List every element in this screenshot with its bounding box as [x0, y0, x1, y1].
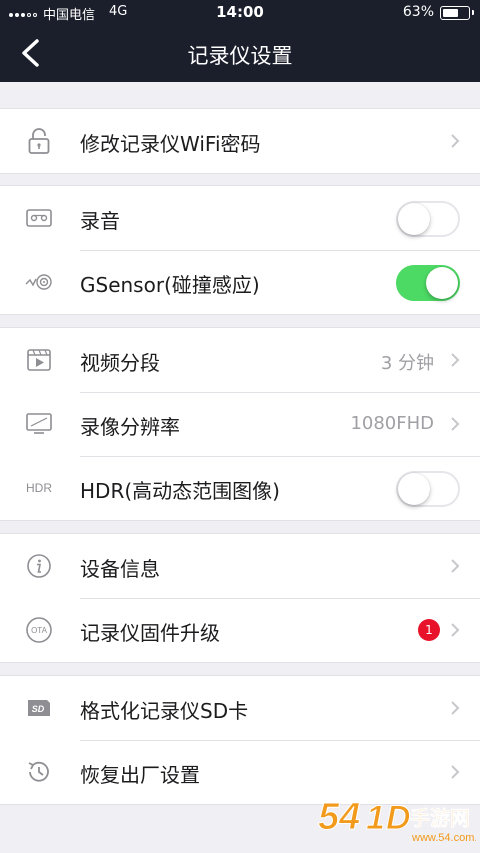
- row-value: 1080FHD: [350, 413, 434, 434]
- row-label: 设备信息: [80, 557, 160, 581]
- status-bar: 中国电信 4G 14:00 63%: [0, 0, 480, 26]
- settings-row-video-segment[interactable]: 视频分段 3 分钟: [0, 328, 480, 392]
- svg-text:1: 1: [366, 799, 385, 837]
- group-recording: 录音 GSensor(碰撞感应): [0, 185, 480, 315]
- chevron-right-icon: [451, 417, 460, 431]
- row-label: 录像分辨率: [80, 415, 180, 439]
- gsensor-toggle[interactable]: [396, 265, 460, 301]
- chevron-right-icon: [451, 765, 460, 779]
- chevron-right-icon: [451, 134, 460, 148]
- watermark-url: www.54.com.cn: [411, 832, 476, 844]
- hdr-toggle[interactable]: [396, 471, 460, 507]
- group-reset: SD 格式化记录仪SD卡 恢复出厂设置: [0, 675, 480, 805]
- group-video: 视频分段 3 分钟 录像分辨率 1080FHD HDR HDR(高动态范围图像): [0, 327, 480, 521]
- row-label: 录音: [80, 209, 120, 233]
- row-label: 恢复出厂设置: [80, 763, 200, 787]
- settings-row-audio[interactable]: 录音: [0, 186, 480, 250]
- settings-row-format-sd[interactable]: SD 格式化记录仪SD卡: [0, 676, 480, 740]
- toggle-knob: [426, 267, 458, 299]
- hdr-icon-text: HDR: [26, 481, 52, 495]
- resolution-icon: [24, 410, 54, 438]
- chevron-right-icon: [451, 353, 460, 367]
- row-label: GSensor(碰撞感应): [80, 273, 260, 297]
- hdr-icon: HDR: [24, 474, 54, 502]
- sd-icon-text: SD: [32, 704, 45, 714]
- group-wifi: 修改记录仪WiFi密码: [0, 108, 480, 174]
- settings-row-resolution[interactable]: 录像分辨率 1080FHD: [0, 392, 480, 456]
- ota-icon: OTA: [24, 616, 54, 644]
- restore-icon: [24, 758, 54, 786]
- page-title: 记录仪设置: [187, 44, 293, 68]
- settings-row-hdr[interactable]: HDR HDR(高动态范围图像): [0, 456, 480, 520]
- row-label: 修改记录仪WiFi密码: [80, 132, 261, 156]
- site-watermark: 54 1 D 手游网 www.54.com.cn: [318, 796, 477, 845]
- battery-percent: 63%: [402, 4, 434, 20]
- lock-icon: [24, 127, 54, 155]
- ota-icon-text: OTA: [31, 626, 48, 635]
- toggle-knob: [398, 203, 430, 235]
- update-badge: 1: [418, 619, 440, 641]
- gsensor-icon: [24, 268, 54, 296]
- svg-text:D: D: [386, 799, 411, 837]
- watermark-text: 手游网: [410, 806, 470, 830]
- info-icon: [24, 552, 54, 580]
- settings-row-wifi-password[interactable]: 修改记录仪WiFi密码: [0, 109, 480, 173]
- chevron-right-icon: [451, 559, 460, 573]
- battery-icon: [440, 6, 474, 20]
- row-label: 记录仪固件升级: [80, 621, 220, 645]
- settings-row-device-info[interactable]: 设备信息: [0, 534, 480, 598]
- video-segment-icon: [24, 346, 54, 374]
- chevron-right-icon: [451, 701, 460, 715]
- group-device: 设备信息 OTA 记录仪固件升级 1: [0, 533, 480, 663]
- navigation-bar: 中国电信 4G 14:00 63% 记录仪设置: [0, 0, 480, 82]
- row-label: 格式化记录仪SD卡: [80, 699, 249, 723]
- row-label: HDR(高动态范围图像): [80, 479, 280, 503]
- settings-row-firmware-upgrade[interactable]: OTA 记录仪固件升级 1: [0, 598, 480, 662]
- sd-card-icon: SD: [24, 694, 54, 722]
- row-value: 3 分钟: [380, 353, 434, 374]
- chevron-right-icon: [451, 623, 460, 637]
- toggle-knob: [398, 473, 430, 505]
- audio-icon: [24, 204, 54, 232]
- row-label: 视频分段: [80, 351, 160, 375]
- settings-row-gsensor[interactable]: GSensor(碰撞感应): [0, 250, 480, 314]
- audio-toggle[interactable]: [396, 201, 460, 237]
- svg-text:54: 54: [318, 796, 360, 838]
